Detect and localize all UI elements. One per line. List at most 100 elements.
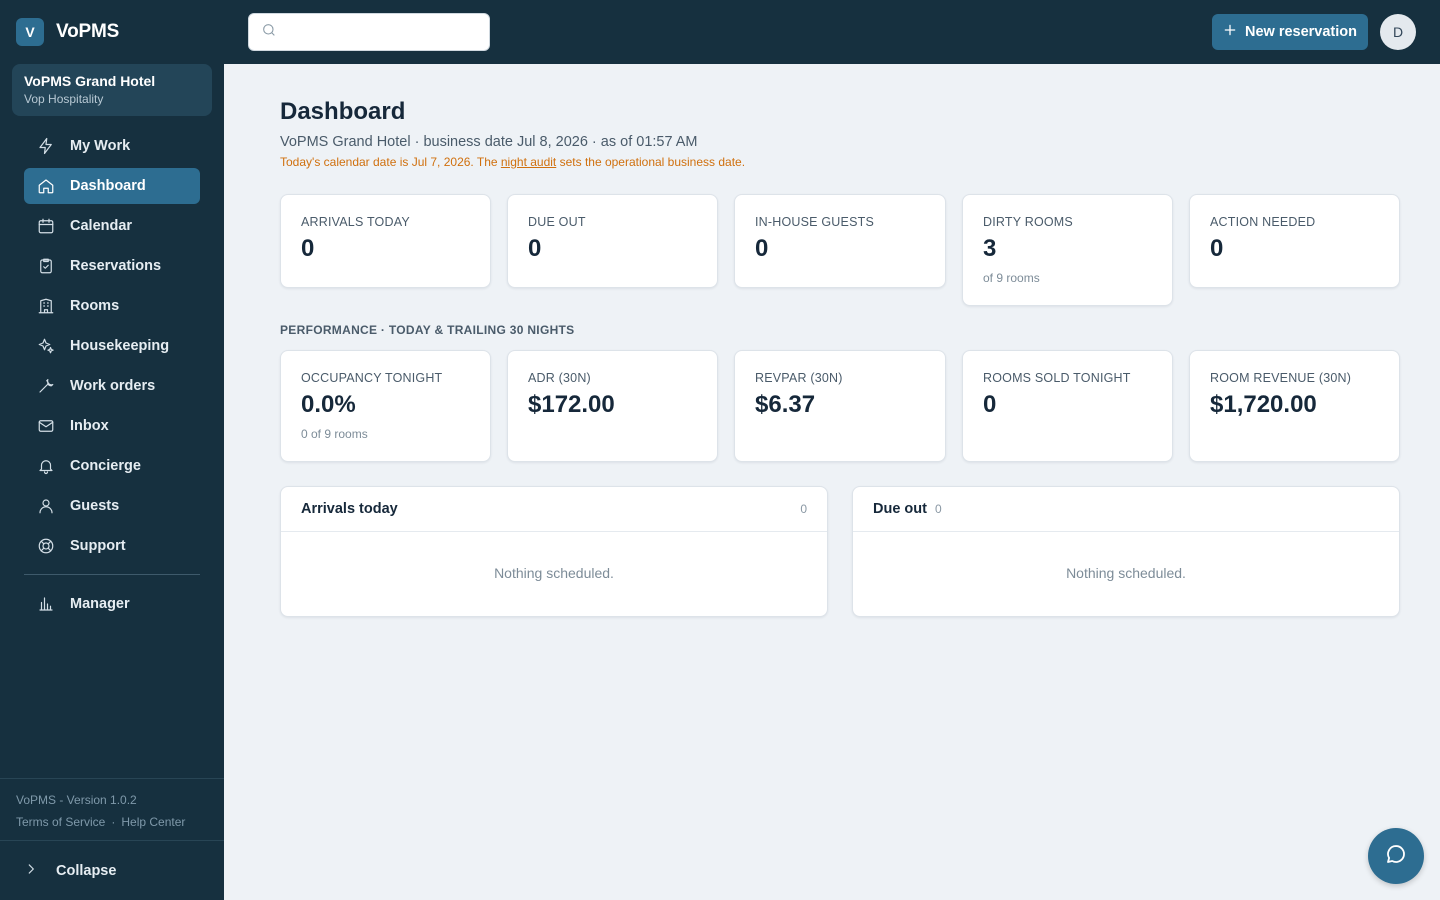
perf-value: 0.0% (301, 391, 356, 418)
new-reservation-label: New reservation (1244, 24, 1358, 40)
business-date-notice: Today's calendar date is Jul 7, 2026. Th… (280, 155, 745, 169)
hotel-org: Vop Hospitality (24, 92, 104, 106)
chat-button[interactable] (1368, 828, 1424, 884)
sidebar-item-inbox[interactable]: Inbox (24, 408, 200, 444)
sidebar-item-label: Manager (70, 596, 130, 612)
sidebar-item-calendar[interactable]: Calendar (24, 208, 200, 244)
avatar[interactable]: D (1380, 14, 1416, 50)
performance-section-label: PERFORMANCE · TODAY & TRAILING 30 NIGHTS (280, 323, 575, 337)
stat-value: 0 (301, 235, 315, 262)
chevron-right-icon (24, 862, 38, 880)
terms-link[interactable]: Terms of Service (16, 815, 105, 829)
sidebar-item-housekeeping[interactable]: Housekeeping (24, 328, 200, 364)
perf-label: ROOMS SOLD TONIGHT (983, 371, 1131, 385)
wrench-icon (36, 376, 56, 396)
sidebar-item-label: Concierge (70, 458, 141, 474)
home-icon (36, 176, 56, 196)
new-reservation-button[interactable]: New reservation (1212, 14, 1368, 50)
stat-card-arrivals[interactable]: ARRIVALS TODAY 0 (280, 194, 491, 288)
topbar: New reservation D (224, 0, 1440, 64)
sidebar-item-label: Housekeeping (70, 338, 170, 354)
arrivals-count: 0 (800, 502, 807, 516)
perf-card-rooms-sold: ROOMS SOLD TONIGHT 0 (962, 350, 1173, 462)
stat-value: 0 (1210, 235, 1224, 262)
stat-card-dirty-rooms[interactable]: DIRTY ROOMS 3 of 9 rooms (962, 194, 1173, 306)
perf-card-revpar: REVPAR (30N) $6.37 (734, 350, 946, 462)
stat-card-due-out[interactable]: DUE OUT 0 (507, 194, 718, 288)
sidebar-item-label: Dashboard (70, 178, 146, 194)
sidebar: V VoPMS VoPMS Grand Hotel Vop Hospitalit… (0, 0, 224, 900)
brand-logo: V (16, 18, 44, 46)
plus-icon (1223, 23, 1237, 41)
due-out-panel-header: Due out 0 (853, 487, 1399, 532)
page-title: Dashboard (280, 98, 406, 125)
hotel-name: VoPMS Grand Hotel (24, 73, 156, 89)
search-icon (261, 22, 277, 43)
brand[interactable]: V VoPMS (16, 18, 119, 46)
sparkles-icon (36, 336, 56, 356)
perf-card-adr: ADR (30N) $172.00 (507, 350, 718, 462)
due-out-panel-title: Due out (873, 501, 927, 517)
arrivals-panel-title: Arrivals today (301, 501, 398, 517)
due-out-panel: Due out 0 Nothing scheduled. (852, 486, 1400, 617)
sidebar-item-my-work[interactable]: My Work (24, 128, 200, 164)
sidebar-item-work-orders[interactable]: Work orders (24, 368, 200, 404)
hotel-switcher[interactable]: VoPMS Grand Hotel Vop Hospitality (12, 64, 212, 116)
stat-card-in-house[interactable]: IN-HOUSE GUESTS 0 (734, 194, 946, 288)
sidebar-item-support[interactable]: Support (24, 528, 200, 564)
version-text: VoPMS - Version 1.0.2 (16, 793, 137, 807)
sidebar-item-label: Inbox (70, 418, 109, 434)
sidebar-item-label: Rooms (70, 298, 120, 314)
sidebar-footer: VoPMS - Version 1.0.2 Terms of Service ·… (0, 778, 224, 829)
calendar-icon (36, 216, 56, 236)
stat-label: DIRTY ROOMS (983, 215, 1073, 229)
collapse-label: Collapse (56, 862, 117, 879)
sidebar-item-label: Reservations (70, 258, 162, 274)
arrivals-empty-state: Nothing scheduled. (494, 565, 614, 581)
sidebar-item-label: My Work (70, 138, 131, 154)
lightning-icon (36, 136, 56, 156)
sidebar-item-label: Support (70, 538, 126, 554)
stat-label: ACTION NEEDED (1210, 215, 1316, 229)
sidebar-item-dashboard[interactable]: Dashboard (24, 168, 200, 204)
user-icon (36, 496, 56, 516)
chat-bubble-icon (1384, 842, 1408, 871)
search-input[interactable] (285, 24, 485, 40)
sidebar-item-label: Guests (70, 498, 120, 514)
night-audit-link[interactable]: night audit (501, 155, 556, 169)
perf-card-room-revenue: ROOM REVENUE (30N) $1,720.00 (1189, 350, 1400, 462)
clipboard-check-icon (36, 256, 56, 276)
building-icon (36, 296, 56, 316)
sidebar-item-reservations[interactable]: Reservations (24, 248, 200, 284)
perf-value: $1,720.00 (1210, 391, 1317, 418)
stat-value: 0 (528, 235, 542, 262)
stat-card-action-needed[interactable]: ACTION NEEDED 0 (1189, 194, 1400, 288)
perf-label: ADR (30N) (528, 371, 591, 385)
bar-chart-icon (36, 594, 56, 614)
sidebar-item-label: Calendar (70, 218, 133, 234)
perf-label: OCCUPANCY TONIGHT (301, 371, 443, 385)
stat-label: DUE OUT (528, 215, 586, 229)
sidebar-item-label: Work orders (70, 378, 156, 394)
sidebar-nav: My Work Dashboard Calendar Reservations … (24, 128, 200, 626)
help-center-link[interactable]: Help Center (121, 815, 185, 829)
bell-icon (36, 456, 56, 476)
page-subtitle: VoPMS Grand Hotel · business date Jul 8,… (280, 134, 698, 150)
notice-text-pre: Today's calendar date is Jul 7, 2026. Th… (280, 155, 501, 169)
sidebar-item-concierge[interactable]: Concierge (24, 448, 200, 484)
mail-icon (36, 416, 56, 436)
search-box[interactable] (248, 13, 490, 51)
stat-value: 0 (755, 235, 769, 262)
perf-label: ROOM REVENUE (30N) (1210, 371, 1352, 385)
perf-card-occupancy: OCCUPANCY TONIGHT 0.0% 0 of 9 rooms (280, 350, 491, 462)
app-name: VoPMS (56, 21, 120, 42)
sidebar-item-manager[interactable]: Manager (24, 586, 200, 622)
collapse-button[interactable]: Collapse (0, 840, 224, 900)
notice-text-post: sets the operational business date. (556, 155, 746, 169)
sidebar-item-guests[interactable]: Guests (24, 488, 200, 524)
arrivals-panel: Arrivals today 0 Nothing scheduled. (280, 486, 828, 617)
sidebar-item-rooms[interactable]: Rooms (24, 288, 200, 324)
footer-separator: · (111, 815, 116, 829)
perf-value: $6.37 (755, 391, 816, 418)
perf-sub: 0 of 9 rooms (301, 427, 368, 441)
